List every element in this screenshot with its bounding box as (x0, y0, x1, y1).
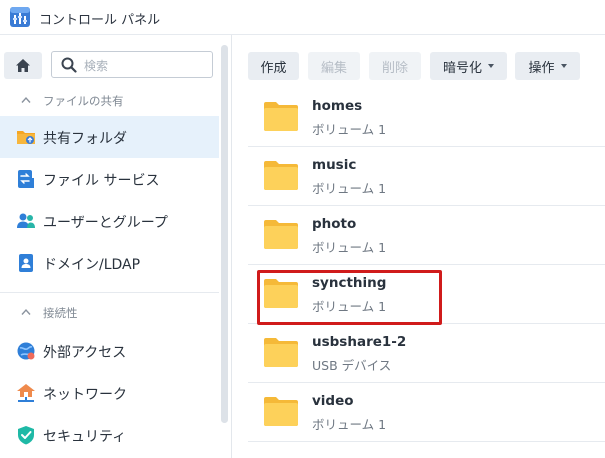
window-title: コントロール パネル (39, 13, 161, 28)
sidebar-item-domain-ldap[interactable]: ドメイン/LDAP (0, 242, 219, 284)
list-item[interactable]: homes ボリューム 1 (248, 87, 605, 147)
search-box[interactable] (51, 51, 213, 78)
sidebar-item-security[interactable]: セキュリティ (0, 414, 219, 456)
folder-icon (264, 102, 298, 131)
list-item[interactable]: syncthing ボリューム 1 (248, 264, 605, 324)
home-icon (16, 59, 30, 72)
file-services-icon (18, 170, 34, 188)
encrypt-dropdown[interactable]: 暗号化 (430, 52, 507, 80)
create-button-label: 作成 (260, 60, 287, 76)
sidebar-item-label: 外部アクセス (43, 345, 127, 361)
folder-location: ボリューム 1 (312, 299, 387, 314)
sidebar-item-label: セキュリティ (43, 429, 127, 445)
sidebar-item-label: ユーザーとグループ (43, 215, 168, 231)
sidebar: ファイルの共有 共有フォルダ ファイル サービス ユーザーとグループ (0, 35, 232, 458)
sidebar-scrollbar-thumb[interactable] (221, 45, 228, 423)
folder-icon (264, 338, 298, 367)
folder-location: ボリューム 1 (312, 122, 387, 137)
sidebar-item-external-access[interactable]: 外部アクセス (0, 330, 219, 372)
title-bar: コントロール パネル (0, 0, 605, 35)
list-item[interactable]: music ボリューム 1 (248, 146, 605, 206)
encrypt-dropdown-label: 暗号化 (442, 60, 482, 76)
action-dropdown[interactable]: 操作 (515, 52, 580, 80)
edit-button[interactable]: 編集 (308, 52, 360, 80)
delete-button[interactable]: 削除 (369, 52, 421, 80)
external-access-icon (17, 342, 35, 360)
section-header-label: ファイルの共有 (43, 94, 124, 108)
shared-folder-icon (17, 131, 35, 144)
edit-button-label: 編集 (320, 60, 347, 76)
caret-down-icon (488, 64, 494, 68)
sidebar-item-network[interactable]: ネットワーク (0, 372, 219, 414)
section-divider (0, 292, 219, 293)
shield-icon (18, 426, 34, 445)
action-dropdown-label: 操作 (528, 60, 555, 76)
search-input[interactable] (82, 55, 206, 76)
list-item[interactable]: photo ボリューム 1 (248, 205, 605, 265)
users-groups-icon (17, 213, 35, 228)
sidebar-item-users-groups[interactable]: ユーザーとグループ (0, 200, 219, 242)
folder-name: music (312, 157, 357, 173)
folder-name: syncthing (312, 275, 387, 291)
sidebar-item-file-services[interactable]: ファイル サービス (0, 158, 219, 200)
section-header-file-sharing[interactable]: ファイルの共有 (0, 90, 219, 112)
network-icon (17, 384, 35, 402)
home-button[interactable] (4, 52, 42, 79)
folder-name: usbshare1-2 (312, 334, 407, 350)
sidebar-item-label: ドメイン/LDAP (43, 257, 141, 273)
folder-name: homes (312, 98, 363, 114)
control-panel-icon (10, 7, 30, 27)
list-item[interactable]: video ボリューム 1 (248, 382, 605, 442)
folder-icon (264, 161, 298, 190)
section-header-connectivity[interactable]: 接続性 (0, 302, 219, 324)
folder-name: video (312, 393, 354, 409)
sidebar-item-label: 共有フォルダ (43, 131, 127, 147)
chevron-up-icon (21, 96, 31, 103)
chevron-up-icon (21, 308, 31, 315)
main-panel: 作成 編集 削除 暗号化 操作 homes ボリューム 1 music ボリュー (232, 35, 605, 458)
delete-button-label: 削除 (381, 60, 408, 76)
sidebar-item-shared-folder[interactable]: 共有フォルダ (0, 116, 219, 158)
create-button[interactable]: 作成 (248, 52, 299, 80)
folder-name: photo (312, 216, 357, 232)
search-icon (61, 57, 77, 73)
sidebar-item-label: ファイル サービス (43, 173, 160, 189)
list-item[interactable]: usbshare1-2 USB デバイス (248, 323, 605, 383)
folder-icon (264, 220, 298, 249)
folder-location: ボリューム 1 (312, 417, 387, 432)
folder-location: ボリューム 1 (312, 240, 387, 255)
folder-icon (264, 279, 298, 308)
caret-down-icon (560, 64, 567, 68)
section-header-label: 接続性 (43, 306, 78, 320)
folder-location: ボリューム 1 (312, 181, 387, 196)
folder-location: USB デバイス (312, 358, 392, 373)
sidebar-item-label: ネットワーク (43, 387, 127, 403)
domain-ldap-icon (19, 254, 33, 272)
folder-icon (264, 397, 298, 426)
